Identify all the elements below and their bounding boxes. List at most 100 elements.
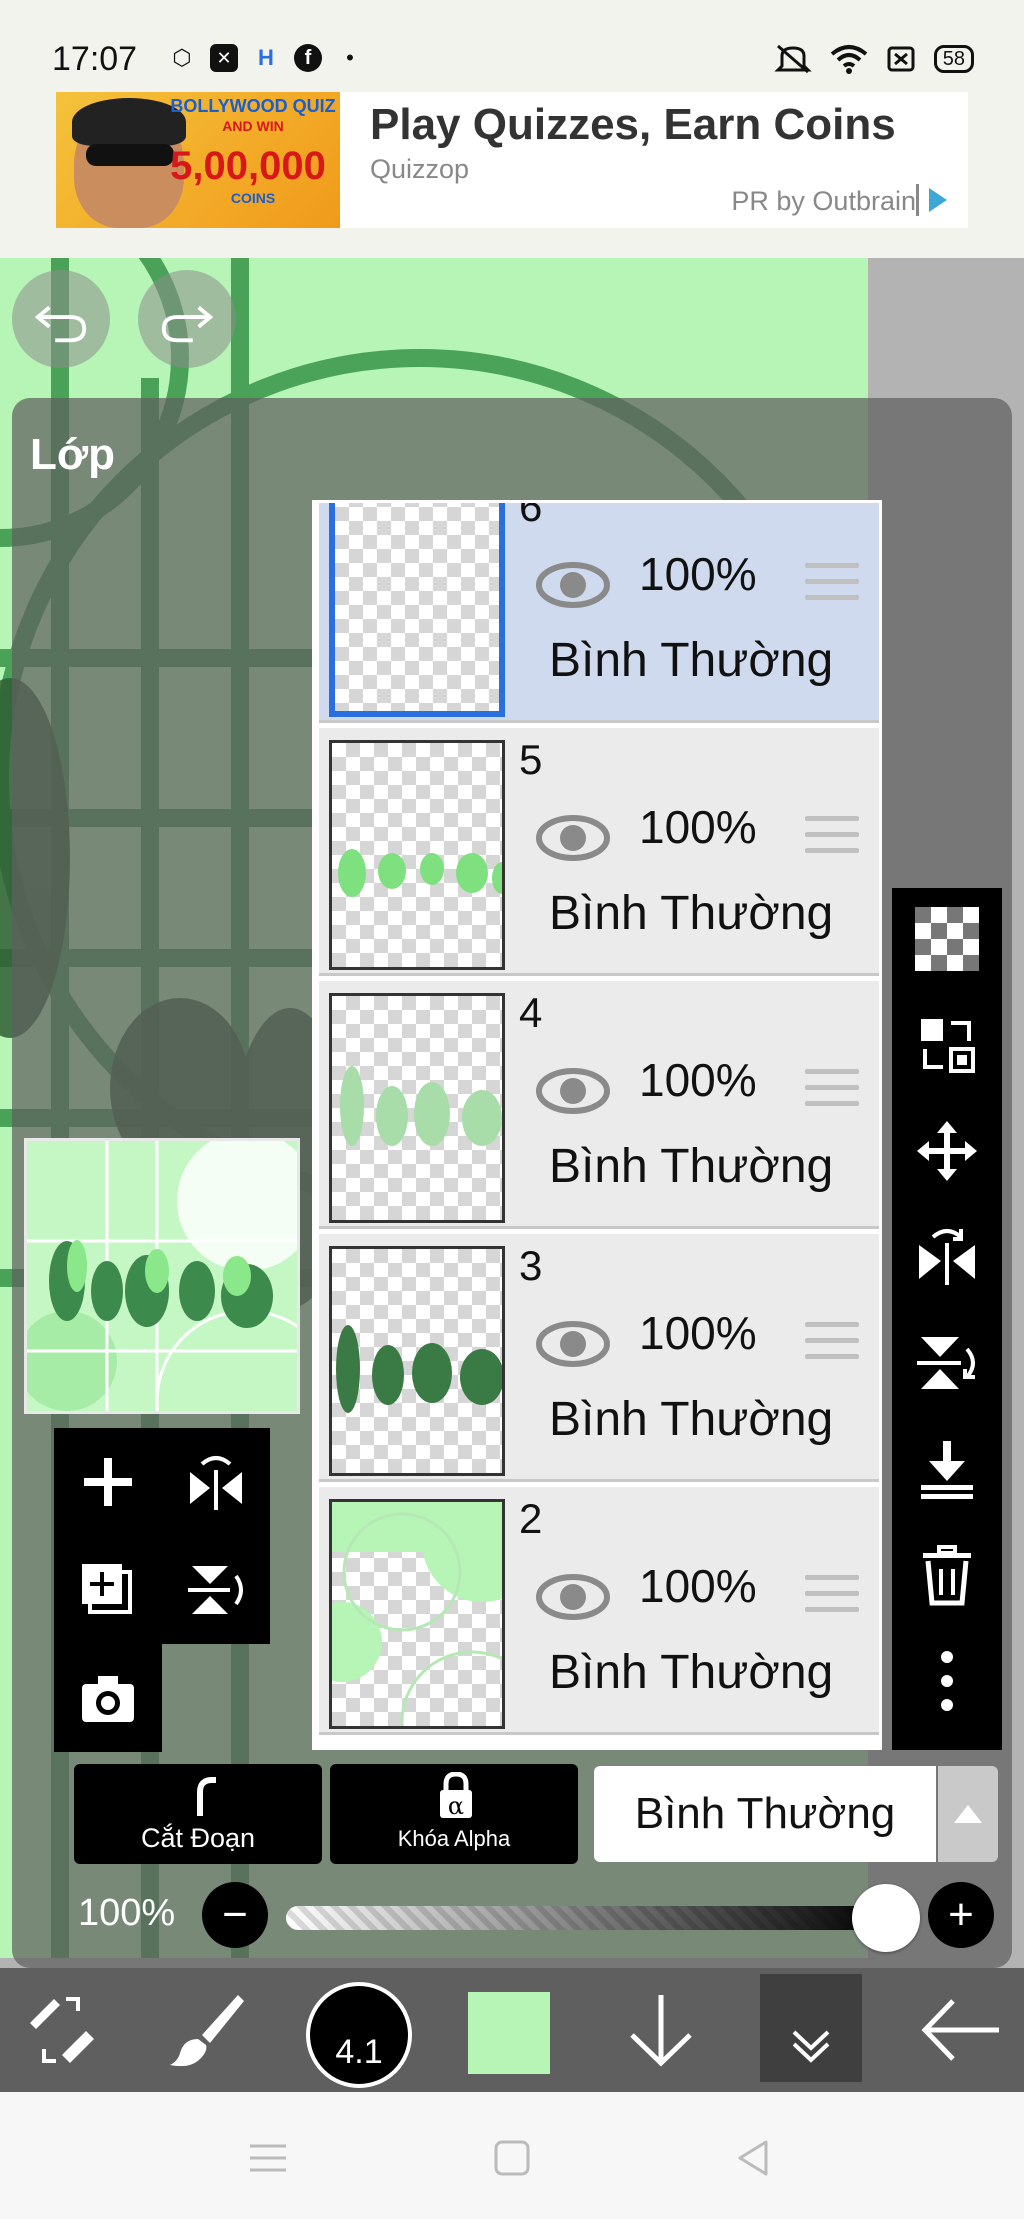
flip-vertical-button[interactable]	[910, 1326, 984, 1400]
undo-button[interactable]	[12, 270, 110, 368]
ad-title[interactable]: Play Quizzes, Earn Coins	[370, 100, 896, 150]
flip-horizontal-icon	[919, 1229, 975, 1285]
brush-tool-button[interactable]	[166, 1968, 248, 2092]
layer-number: 5	[519, 736, 543, 783]
ad-source: Quizzop	[370, 154, 470, 184]
layer-list[interactable]: 6 100% Bình Thường 5 100% Bình Thường 4 …	[312, 500, 882, 1750]
alpha-symbol: α	[448, 1792, 464, 1820]
eye-icon[interactable]	[535, 1053, 611, 1129]
nav-back-button[interactable]	[724, 2128, 784, 2188]
eye-icon[interactable]	[535, 1306, 611, 1382]
notification-icons: ⬡ ✕ H f •	[168, 44, 364, 72]
layer-blend-mode: Bình Thường	[549, 887, 834, 940]
move-button[interactable]	[910, 1114, 984, 1188]
layer-row-4[interactable]: 4 100% Bình Thường	[319, 981, 879, 1229]
swap-layer-button[interactable]	[910, 1008, 984, 1082]
opacity-increase-button[interactable]: +	[928, 1882, 994, 1948]
ad-banner[interactable]: BOLLYWOOD QUIZ AND WIN 5,00,000 COINS Pl…	[56, 92, 968, 228]
h-app-icon: H	[258, 45, 274, 70]
add-layer-button[interactable]	[54, 1428, 162, 1536]
redo-icon	[161, 305, 214, 343]
layer-3-art	[336, 1325, 502, 1413]
sim-icon	[887, 46, 915, 72]
move-layer-down-button[interactable]	[620, 1968, 702, 2092]
alpha-lock-label: Khóa Alpha	[397, 1826, 511, 1851]
alpha-lock-button[interactable]: α Khóa Alpha	[330, 1764, 578, 1864]
camera-layer-container	[54, 1644, 162, 1752]
more-options-button[interactable]	[910, 1644, 984, 1718]
transparency-button[interactable]	[910, 902, 984, 976]
redo-button[interactable]	[138, 270, 236, 368]
dot-icon: •	[346, 45, 354, 70]
more-vertical-icon	[941, 1651, 953, 1711]
layer-number: 6	[519, 500, 543, 530]
tool-switch-button[interactable]	[20, 1968, 102, 2092]
layer-side-toolbar	[892, 888, 1002, 1750]
duplicate-layer-button[interactable]	[54, 1536, 162, 1644]
flip-horizontal-button[interactable]	[910, 1220, 984, 1294]
swap-icon	[921, 1019, 975, 1073]
layer-row-6[interactable]: 6 100% Bình Thường	[319, 500, 879, 723]
back-button[interactable]	[910, 1968, 1010, 2092]
drag-handle-icon[interactable]	[805, 1575, 859, 1621]
ad-sponsor[interactable]: PR by Outbrain	[731, 186, 916, 217]
eye-icon[interactable]	[535, 1559, 611, 1635]
layer-panel-toggle[interactable]	[760, 1974, 862, 2082]
opacity-slider-knob[interactable]	[852, 1884, 920, 1952]
mute-icon	[774, 44, 812, 74]
undo-icon	[34, 305, 87, 343]
ad-image-sub: AND WIN	[222, 118, 284, 134]
merge-down-button[interactable]	[910, 1432, 984, 1506]
system-nav-bar	[0, 2092, 1024, 2219]
drag-handle-icon[interactable]	[805, 816, 859, 862]
layer-blend-mode: Bình Thường	[549, 1393, 834, 1446]
layer-thumbnail[interactable]	[329, 993, 505, 1223]
lock-icon: α	[440, 1772, 472, 1820]
camera-button[interactable]	[54, 1644, 162, 1752]
clipping-button[interactable]: Cắt Đoạn	[74, 1764, 322, 1864]
layer-opacity: 100%	[639, 801, 757, 853]
flip-layer-vertical-button[interactable]	[162, 1536, 270, 1644]
ad-image-heading: BOLLYWOOD QUIZ AND WIN	[166, 96, 340, 136]
chevron-double-down-icon	[792, 2030, 830, 2063]
flip-vertical-icon	[917, 1337, 975, 1389]
nav-home-button[interactable]	[482, 2128, 542, 2188]
layer-thumbnail[interactable]	[329, 1246, 505, 1476]
opacity-label: 100%	[78, 1892, 176, 1934]
clipping-label: Cắt Đoạn	[140, 1823, 256, 1853]
move-icon	[917, 1121, 977, 1181]
eye-icon[interactable]	[535, 547, 611, 623]
opacity-slider[interactable]	[286, 1906, 886, 1930]
hexagon-icon: ⬡	[172, 45, 192, 70]
brush-size-button[interactable]: 4.1	[306, 1982, 412, 2088]
nav-menu-button[interactable]	[238, 2128, 298, 2188]
delete-layer-button[interactable]	[910, 1538, 984, 1612]
layer-thumbnail[interactable]	[329, 740, 505, 970]
layer-opacity: 100%	[639, 548, 757, 600]
drag-handle-icon[interactable]	[805, 1069, 859, 1115]
layer-thumbnail[interactable]	[329, 503, 505, 717]
adchoices-icon[interactable]	[916, 184, 948, 216]
battery-icon: 58	[933, 45, 974, 73]
blend-mode-select[interactable]: Bình Thường	[594, 1766, 936, 1862]
layer-row-3[interactable]: 3 100% Bình Thường	[319, 1234, 879, 1482]
layer-thumbnail[interactable]	[329, 1499, 505, 1729]
ad-image-amount: 5,00,000	[170, 144, 326, 188]
ad-image[interactable]: BOLLYWOOD QUIZ AND WIN 5,00,000 COINS	[56, 92, 340, 228]
facebook-icon: f	[294, 44, 322, 72]
layer-row-2[interactable]: 2 100% Bình Thường	[319, 1487, 879, 1735]
drag-handle-icon[interactable]	[805, 1322, 859, 1368]
layer-row-5[interactable]: 5 100% Bình Thường	[319, 728, 879, 976]
camera-icon	[82, 1676, 134, 1722]
checkerboard-icon	[915, 907, 979, 971]
drag-handle-icon[interactable]	[805, 563, 859, 609]
eye-icon[interactable]	[535, 800, 611, 876]
opacity-decrease-button[interactable]: −	[202, 1882, 268, 1948]
layer-blend-mode: Bình Thường	[549, 1140, 834, 1193]
layer-number: 4	[519, 989, 543, 1036]
canvas-preview[interactable]	[24, 1138, 300, 1414]
blend-mode-dropdown-arrow[interactable]	[938, 1766, 998, 1862]
color-swatch[interactable]	[468, 1992, 550, 2074]
flip-layer-horizontal-button[interactable]	[162, 1428, 270, 1536]
brush-icon	[170, 1995, 244, 2067]
